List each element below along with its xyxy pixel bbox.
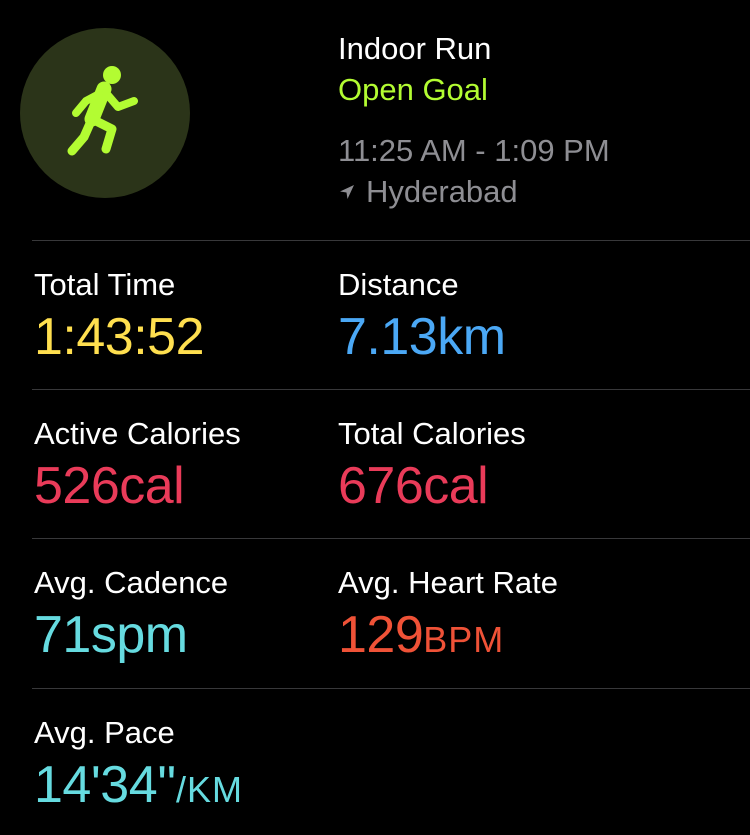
metric-distance: Distance 7.13km <box>338 266 506 366</box>
metric-label: Avg. Pace <box>34 715 175 750</box>
workout-type-badge <box>20 28 190 198</box>
metric-total-time: Total Time 1:43:52 <box>34 266 205 366</box>
metric-value: 1:43:52 <box>34 308 205 366</box>
workout-title: Indoor Run <box>338 31 492 66</box>
metric-value: 14'34'' <box>34 756 176 814</box>
metric-label: Avg. Heart Rate <box>338 565 558 600</box>
metric-avg-heart-rate: Avg. Heart Rate 129BPM <box>338 564 558 669</box>
workout-location: Hyderabad <box>338 173 518 211</box>
workout-header: Indoor Run Open Goal 11:25 AM - 1:09 PM … <box>0 0 750 240</box>
metric-total-calories: Total Calories 676cal <box>338 415 526 515</box>
workout-goal: Open Goal <box>338 72 488 107</box>
metric-active-calories: Active Calories 526cal <box>34 415 241 515</box>
metric-avg-pace: Avg. Pace 14'34''/KM <box>34 714 243 819</box>
divider <box>32 389 750 390</box>
location-arrow-icon <box>340 185 354 199</box>
metric-value: 526cal <box>34 457 185 515</box>
metric-value: 129 <box>338 606 424 664</box>
metric-label: Avg. Cadence <box>34 565 229 600</box>
divider <box>32 538 750 539</box>
location-name: Hyderabad <box>366 174 518 209</box>
running-figure-icon <box>67 66 138 156</box>
metric-label: Active Calories <box>34 416 241 451</box>
metric-value: 7.13km <box>338 308 506 366</box>
metric-avg-cadence: Avg. Cadence 71spm <box>34 564 228 664</box>
metric-value: 676cal <box>338 457 489 515</box>
metric-label: Distance <box>338 267 459 302</box>
metric-label: Total Time <box>34 267 176 302</box>
metric-value-wrapper: 14'34''/KM <box>34 756 243 819</box>
metric-unit: BPM <box>423 619 505 660</box>
workout-time-range: 11:25 AM - 1:09 PM <box>338 133 610 168</box>
divider <box>32 688 750 689</box>
divider <box>32 240 750 241</box>
metric-label: Total Calories <box>338 416 526 451</box>
metric-unit: /KM <box>175 769 243 810</box>
metric-value-wrapper: 129BPM <box>338 606 558 669</box>
metric-value: 71spm <box>34 606 188 664</box>
